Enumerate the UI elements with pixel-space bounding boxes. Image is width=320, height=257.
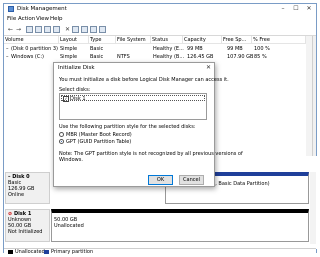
col-volume[interactable]: Volume xyxy=(4,36,59,44)
menu-bar: File Action View Help xyxy=(4,15,316,24)
disk-status: Not Initialized xyxy=(8,229,43,235)
dialog-close-button[interactable]: ✕ xyxy=(206,64,211,71)
col-file-system[interactable]: File System xyxy=(116,36,151,44)
title-bar: Disk Management – ☐ ✕ xyxy=(4,4,316,15)
menu-view[interactable]: View xyxy=(36,16,49,22)
note-line-2: Windows. xyxy=(59,157,83,163)
help-icon[interactable] xyxy=(44,26,51,33)
menu-help[interactable]: Help xyxy=(50,16,63,22)
checklist-icon[interactable] xyxy=(72,26,79,33)
open-icon[interactable] xyxy=(81,26,88,33)
cell-volume: Windows (C:) xyxy=(11,54,44,60)
cell-type: Basic xyxy=(90,54,104,60)
cell-capacity: 126.45 GB xyxy=(187,54,214,60)
col-percent-free[interactable]: % Free xyxy=(252,36,306,44)
graphical-scrollbar[interactable] xyxy=(310,172,316,244)
initialize-disk-dialog: Initialize Disk ✕ You must initialize a … xyxy=(53,62,243,187)
toolbar: ← → ✕ xyxy=(4,24,316,36)
ok-button[interactable]: OK xyxy=(148,175,173,185)
cell-percent-free: 100 % xyxy=(254,46,270,52)
console-tree-icon[interactable] xyxy=(26,26,33,33)
legend-swatch-unallocated xyxy=(8,250,13,254)
cell-free-space: 107.90 GB xyxy=(227,54,254,60)
disk-select-list[interactable]: ✓ Disk 1 xyxy=(59,93,207,120)
dialog-title: Initialize Disk xyxy=(58,65,95,71)
menu-file[interactable]: File xyxy=(7,16,16,22)
back-arrow-icon[interactable]: ← xyxy=(7,26,14,33)
note-line-1: Note: The GPT partition style is not rec… xyxy=(59,151,243,157)
disk-1-unallocated-partition[interactable]: 50.00 GB Unallocated xyxy=(51,209,309,242)
gpt-label[interactable]: GPT (GUID Partition Table) xyxy=(66,139,131,145)
volume-icon: – xyxy=(6,46,9,52)
col-layout[interactable]: Layout xyxy=(59,36,89,44)
disk-item-label: Disk 1 xyxy=(70,96,86,102)
col-type[interactable]: Type xyxy=(89,36,116,44)
col-status[interactable]: Status xyxy=(151,36,183,44)
partition-style-label: Use the following partition style for th… xyxy=(59,124,196,130)
dialog-intro: You must initialize a disk before Logica… xyxy=(59,77,229,83)
maximize-button[interactable]: ☐ xyxy=(290,5,302,13)
mbr-label[interactable]: MBR (Master Boot Record) xyxy=(66,132,132,138)
disk-checkbox[interactable]: ✓ xyxy=(63,96,69,102)
cell-volume: (Disk 0 partition 3) xyxy=(11,46,58,52)
menu-action[interactable]: Action xyxy=(18,16,35,22)
forward-arrow-icon[interactable]: → xyxy=(15,26,22,33)
cell-status: Healthy (E... xyxy=(153,46,184,52)
list-item[interactable]: ✓ Disk 1 xyxy=(61,95,205,102)
disk-0-label[interactable]: – Disk 0 Basic 126.99 GB Online xyxy=(5,172,50,204)
disk-management-window: Disk Management – ☐ ✕ File Action View H… xyxy=(3,3,318,255)
legend: Unallocated Primary partition xyxy=(4,248,316,255)
volume-icon: – xyxy=(6,54,9,60)
cell-layout: Simple xyxy=(60,46,78,52)
cell-type: Basic xyxy=(90,46,104,52)
disk-status: Online xyxy=(8,192,25,198)
cell-layout: Simple xyxy=(60,54,78,60)
disk-management-icon xyxy=(8,6,14,12)
volume-icon[interactable] xyxy=(99,26,106,33)
cell-status: Healthy (B... xyxy=(153,54,185,60)
partition-status: Unallocated xyxy=(54,223,84,229)
legend-unallocated: Unallocated xyxy=(15,249,45,255)
minimize-button[interactable]: – xyxy=(277,5,289,13)
close-button[interactable]: ✕ xyxy=(303,5,315,13)
col-free-space[interactable]: Free Sp... xyxy=(222,36,252,44)
details-view-icon[interactable] xyxy=(53,26,60,33)
cancel-button[interactable]: Cancel xyxy=(179,175,204,185)
export-icon[interactable] xyxy=(90,26,97,33)
gpt-radio[interactable] xyxy=(59,139,64,144)
cell-file-system: NTFS xyxy=(117,54,130,60)
cell-capacity: 99 MB xyxy=(187,46,203,52)
window-title: Disk Management xyxy=(17,6,67,12)
mbr-radio[interactable] xyxy=(59,132,64,137)
col-capacity[interactable]: Capacity xyxy=(183,36,222,44)
vertical-scrollbar[interactable] xyxy=(306,36,312,156)
legend-swatch-primary xyxy=(44,250,49,254)
delete-icon[interactable]: ✕ xyxy=(64,26,71,33)
legend-primary: Primary partition xyxy=(51,249,94,255)
cell-free-space: 99 MB xyxy=(227,46,243,52)
cell-percent-free: 85 % xyxy=(254,54,267,60)
disk-1-label[interactable]: ⊘ Disk 1 Unknown 50.00 GB Not Initialize… xyxy=(5,209,50,242)
properties-icon[interactable] xyxy=(35,26,42,33)
